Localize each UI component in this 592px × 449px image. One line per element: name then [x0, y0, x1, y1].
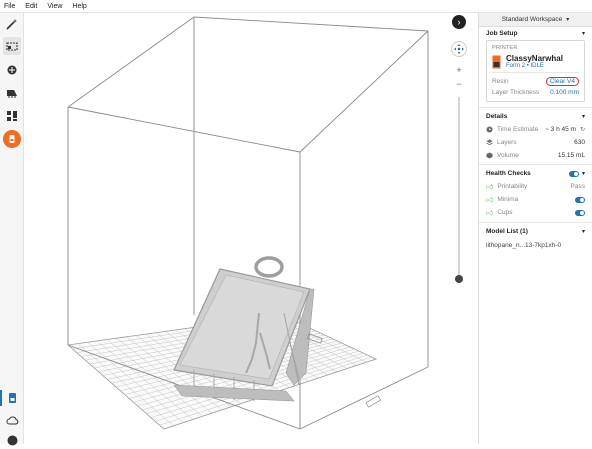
- layers-value: 630: [574, 139, 585, 146]
- zoom-out-button[interactable]: −: [454, 79, 464, 89]
- select-icon[interactable]: [3, 37, 21, 55]
- orientation-icon[interactable]: [3, 61, 21, 79]
- refresh-icon[interactable]: ↻: [580, 126, 585, 133]
- 3d-viewport[interactable]: › + −: [24, 13, 478, 444]
- resin-label: Resin: [492, 78, 509, 85]
- divider: [492, 72, 579, 73]
- collapse-panel-button[interactable]: ›: [452, 15, 466, 29]
- help-icon[interactable]: [3, 431, 21, 449]
- layers-icon: [486, 139, 493, 146]
- thumbs-up-icon: 👍︎: [486, 184, 494, 191]
- model-item-name: lithopane_n...13-7kp1xh-0: [486, 242, 562, 249]
- workspace-label: Standard Workspace: [501, 16, 563, 23]
- chevron-down-icon: ▾: [581, 31, 585, 37]
- section-divider: [479, 107, 592, 108]
- chevron-down-icon: ▾: [566, 17, 570, 23]
- menu-bar: File Edit View Help: [0, 0, 592, 13]
- time-estimate-value: ~ 3 h 45 m: [545, 126, 576, 133]
- cups-toggle[interactable]: [575, 209, 585, 216]
- health-checks-header[interactable]: Health Checks ▾: [479, 167, 592, 180]
- workspace-selector[interactable]: Standard Workspace ▾: [479, 13, 592, 27]
- printer-model-status[interactable]: Form 2 • IDLE: [506, 63, 563, 69]
- volume-value: 15.15 mL: [557, 152, 585, 159]
- time-estimate-label: Time Estimate: [497, 126, 539, 133]
- cups-label: Cups: [497, 209, 513, 216]
- printer-icon[interactable]: [3, 130, 21, 148]
- printer-section-label: PRINTER: [492, 45, 518, 51]
- model-list-title: Model List (1): [486, 228, 528, 235]
- menu-view[interactable]: View: [47, 3, 62, 10]
- chevron-down-icon: ▾: [581, 114, 585, 120]
- chevron-down-icon: ▾: [581, 229, 585, 235]
- scene-canvas[interactable]: [24, 13, 478, 444]
- cloud-icon[interactable]: [3, 411, 21, 429]
- section-divider: [479, 222, 592, 223]
- health-checks-title: Health Checks: [486, 170, 531, 177]
- layers-label: Layers: [497, 139, 517, 146]
- minima-row: 👍︎ Minima: [479, 193, 592, 206]
- printability-value: Pass: [570, 183, 585, 190]
- menu-edit[interactable]: Edit: [25, 3, 37, 10]
- minima-toggle[interactable]: [575, 196, 585, 203]
- section-divider: [479, 164, 592, 165]
- layer-thickness-label: Layer Thickness: [492, 88, 540, 96]
- right-panel: Standard Workspace ▾ Job Setup ▾ PRINTER…: [478, 13, 592, 444]
- time-estimate-row: Time Estimate ~ 3 h 45 m ↻: [479, 123, 592, 136]
- magic-wand-icon[interactable]: [3, 15, 21, 33]
- printability-row: 👍︎ Printability Pass: [479, 180, 592, 193]
- volume-label: Volume: [497, 152, 519, 159]
- supports-icon[interactable]: [3, 84, 21, 102]
- menu-file[interactable]: File: [4, 3, 15, 10]
- layer-thickness-value[interactable]: 0.100 mm: [550, 89, 579, 96]
- job-setup-title: Job Setup: [486, 30, 518, 37]
- printer-status: IDLE: [530, 63, 544, 69]
- pan-arrows-icon: [454, 44, 464, 54]
- clock-icon: [486, 126, 493, 133]
- cups-row: 👍︎ Cups: [479, 206, 592, 219]
- layer-slider-track[interactable]: [458, 97, 460, 279]
- thumbs-up-icon: 👍︎: [486, 197, 494, 204]
- local-printer-icon[interactable]: [0, 389, 21, 407]
- view-navigation-control[interactable]: [451, 41, 467, 57]
- volume-row: Volume 15.15 mL: [479, 149, 592, 162]
- layers-row: Layers 630: [479, 136, 592, 149]
- health-checks-toggle[interactable]: [568, 170, 579, 177]
- job-setup-header[interactable]: Job Setup ▾: [479, 27, 592, 40]
- form2-printer-icon: [492, 55, 501, 68]
- details-title: Details: [486, 113, 508, 120]
- resin-value[interactable]: Clear V4: [545, 77, 579, 86]
- chevron-down-icon: ▾: [581, 171, 585, 177]
- printer-card[interactable]: PRINTER ClassyNarwhal Form 2 • IDLE Resi…: [486, 40, 585, 102]
- zoom-in-button[interactable]: +: [454, 65, 464, 75]
- volume-icon: [486, 152, 493, 159]
- left-toolbar: [0, 13, 24, 445]
- layer-slider-handle[interactable]: [455, 275, 463, 283]
- thumbs-up-icon: 👍︎: [486, 210, 494, 217]
- model-list-header[interactable]: Model List (1) ▾: [479, 225, 592, 238]
- details-header[interactable]: Details ▾: [479, 110, 592, 123]
- printability-label: Printability: [497, 183, 528, 190]
- layout-icon[interactable]: [3, 107, 21, 125]
- model-list-item[interactable]: lithopane_n...13-7kp1xh-0: [479, 238, 592, 251]
- printer-model: Form 2: [506, 63, 526, 69]
- minima-label: Minima: [497, 196, 519, 203]
- menu-help[interactable]: Help: [72, 3, 86, 10]
- printer-name: ClassyNarwhal: [506, 54, 563, 63]
